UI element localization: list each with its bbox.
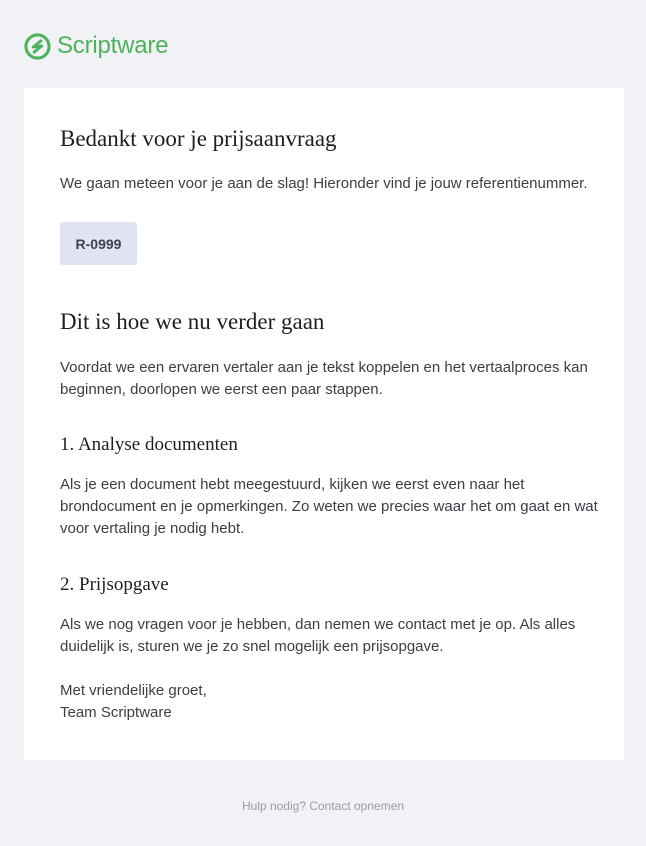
reference-number-badge: R-0999 [60, 222, 137, 265]
step-title: 2. Prijsopgave [60, 574, 169, 595]
email-header: Scriptware [24, 30, 169, 62]
intro-text: We gaan meteen voor je aan de slag! Hier… [60, 175, 588, 192]
email-title: Bedankt voor je prijsaanvraag [60, 126, 337, 151]
next-steps-intro: Voordat we een ervaren vertaler aan je t… [60, 359, 588, 398]
scriptware-logo-icon [24, 32, 51, 60]
brand-name: Scriptware [57, 32, 169, 59]
contact-link[interactable]: Hulp nodig? Contact opnemen [242, 799, 404, 813]
email-card: Bedankt voor je prijsaanvraag We gaan me… [24, 88, 624, 760]
reference-number: R-0999 [75, 235, 122, 252]
next-steps-heading: Dit is hoe we nu verder gaan [60, 309, 325, 334]
step-text: Als we nog vragen voor je hebben, dan ne… [60, 616, 576, 655]
step-text: Als je een document hebt meegestuurd, ki… [60, 476, 598, 537]
step-title: 1. Analyse documenten [60, 434, 238, 455]
closing-greeting: Met vriendelijke groet, [60, 682, 207, 699]
closing-signature: Team Scriptware [60, 704, 172, 721]
email-footer: Hulp nodig? Contact opnemen [0, 798, 646, 814]
